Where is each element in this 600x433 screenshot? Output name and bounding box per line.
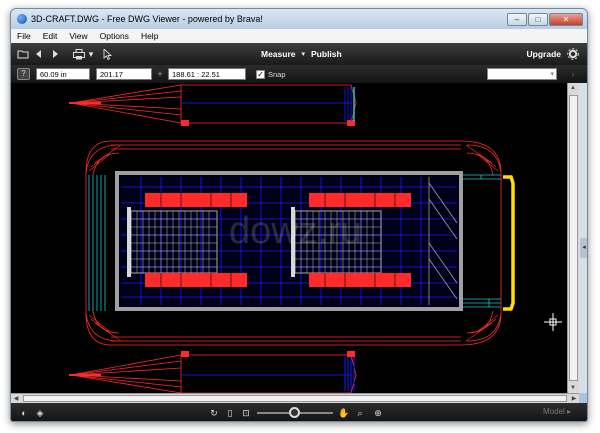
coordinate-field[interactable]: 188.61 : 22.51 bbox=[168, 68, 246, 80]
crosshair-icon: + bbox=[157, 69, 163, 79]
snap-label: Snap bbox=[268, 69, 286, 79]
fit-icon[interactable]: ⊡ bbox=[239, 406, 253, 420]
menu-file[interactable]: File bbox=[11, 31, 37, 41]
watermark: dowz.ru bbox=[229, 210, 362, 252]
print-dropdown-icon[interactable]: ▾ bbox=[87, 47, 95, 61]
help-icon[interactable]: ? bbox=[17, 68, 30, 80]
back-icon[interactable] bbox=[31, 47, 47, 61]
toolbar-overflow-icon[interactable]: › bbox=[565, 67, 581, 81]
angle-field[interactable]: 201.17 bbox=[96, 68, 152, 80]
hand-icon[interactable]: ✋ bbox=[337, 406, 351, 420]
right-cyan-stack bbox=[463, 174, 501, 308]
rotate-icon[interactable]: ↻ bbox=[207, 406, 221, 420]
bottom-arm bbox=[69, 354, 357, 393]
menu-help[interactable]: Help bbox=[135, 31, 164, 41]
model-tab[interactable]: Model ▸ bbox=[543, 407, 571, 416]
window-title: 3D-CRAFT.DWG - Free DWG Viewer - powered… bbox=[31, 14, 263, 24]
measure-button[interactable]: Measure bbox=[261, 49, 296, 59]
top-arm-cap bbox=[344, 87, 352, 121]
measure-dropdown-icon[interactable]: ▾ bbox=[302, 50, 306, 58]
app-window: 3D-CRAFT.DWG - Free DWG Viewer - powered… bbox=[10, 8, 588, 422]
horizontal-scrollbar[interactable]: ◀ ▶ bbox=[11, 393, 579, 403]
print-icon[interactable] bbox=[71, 47, 87, 61]
snap-toggle[interactable]: ✓ Snap bbox=[256, 69, 286, 79]
gear-icon[interactable] bbox=[565, 47, 581, 61]
scroll-up-icon[interactable]: ▲ bbox=[568, 83, 578, 93]
distance-field[interactable]: 60.09 in bbox=[36, 68, 90, 80]
menu-options[interactable]: Options bbox=[94, 31, 135, 41]
folder-open-icon[interactable] bbox=[15, 47, 31, 61]
zoom-slider-knob[interactable] bbox=[289, 407, 300, 418]
layers-icon[interactable]: ◈ bbox=[33, 406, 47, 420]
horizontal-scroll-thumb[interactable] bbox=[23, 395, 567, 402]
left-cyan-stack bbox=[88, 175, 106, 311]
snap-checkbox[interactable]: ✓ bbox=[256, 69, 265, 79]
cad-drawing: dowz.ru bbox=[69, 84, 562, 393]
menu-edit[interactable]: Edit bbox=[37, 31, 64, 41]
minimize-button[interactable]: – bbox=[507, 12, 527, 26]
forward-icon[interactable] bbox=[47, 47, 63, 61]
menu-bar: File Edit View Options Help bbox=[11, 29, 587, 43]
vertical-scrollbar[interactable]: ▲ ▼ bbox=[567, 83, 579, 393]
coordinate-toolbar: ? 60.09 in 201.17 + 188.61 : 22.51 ✓ Sna… bbox=[11, 65, 587, 83]
page-icon[interactable]: ▯ bbox=[223, 406, 237, 420]
side-panel-strip: ◂ bbox=[579, 83, 587, 393]
top-arm bbox=[69, 84, 357, 124]
pointer-icon[interactable] bbox=[99, 47, 115, 61]
drawing-canvas[interactable]: dowz.ru bbox=[11, 83, 567, 393]
vertical-scroll-thumb[interactable] bbox=[569, 95, 578, 381]
contrast-icon[interactable]: ◐ bbox=[17, 406, 31, 420]
bottom-arm-marker-right bbox=[347, 351, 355, 357]
close-button[interactable]: ✕ bbox=[549, 12, 583, 26]
window-controls: – □ ✕ bbox=[506, 12, 583, 26]
side-panel-toggle-icon[interactable]: ◂ bbox=[580, 238, 587, 258]
bottom-toolbar: ◐ ◈ ↻ ▯ ⊡ ✋ ⌕ ⊕ Model ▸ bbox=[11, 403, 587, 421]
upgrade-button[interactable]: Upgrade bbox=[527, 43, 561, 65]
model-label: Model bbox=[542, 407, 565, 416]
layout-dropdown[interactable] bbox=[487, 68, 557, 80]
title-bar[interactable]: 3D-CRAFT.DWG - Free DWG Viewer - powered… bbox=[11, 9, 587, 29]
zoom-icon[interactable]: ⊕ bbox=[371, 406, 385, 420]
publish-button[interactable]: Publish bbox=[311, 49, 342, 59]
crosshair-cursor bbox=[544, 313, 562, 331]
bottom-arm-marker-left bbox=[181, 351, 189, 357]
yellow-bumper bbox=[503, 175, 515, 311]
app-icon bbox=[17, 14, 27, 24]
top-arm-marker-left bbox=[181, 120, 189, 126]
menu-view[interactable]: View bbox=[63, 31, 93, 41]
maximize-button[interactable]: □ bbox=[528, 12, 548, 26]
toolbar-center: Measure ▾ Publish bbox=[261, 43, 348, 65]
scroll-down-icon[interactable]: ▼ bbox=[568, 383, 578, 393]
zoom-window-icon[interactable]: ⌕ bbox=[353, 406, 367, 420]
main-toolbar: ▾ Measure ▾ Publish Upgrade bbox=[11, 43, 587, 65]
